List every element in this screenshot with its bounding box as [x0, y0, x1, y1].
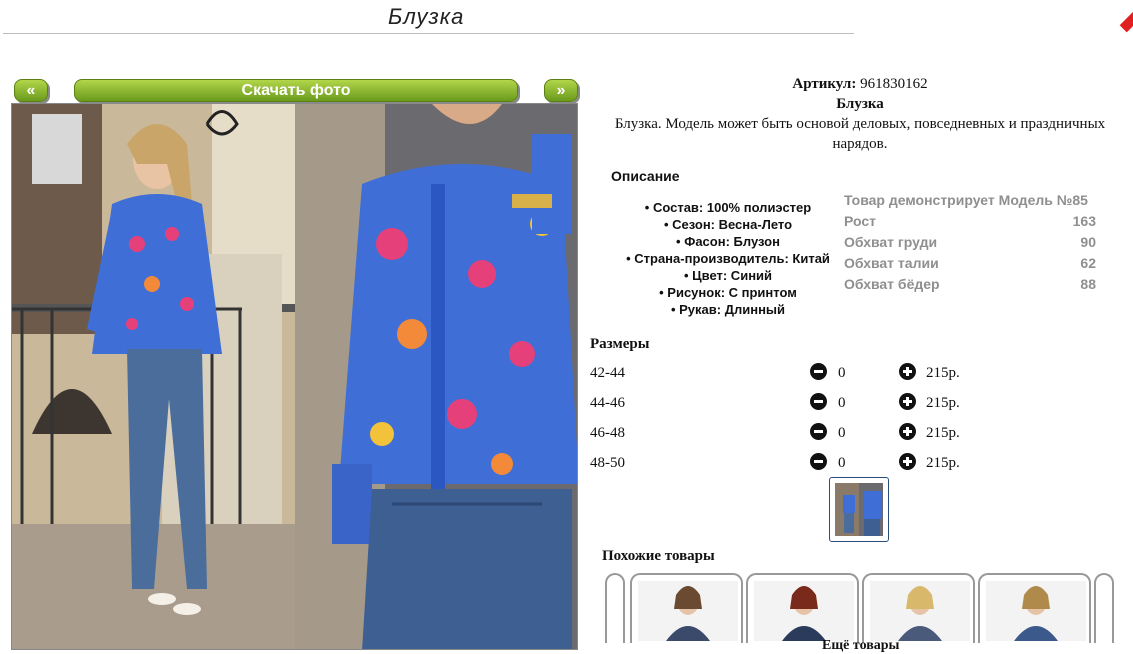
model-label: Товар демонстрирует Модель №85 — [844, 192, 1088, 208]
model-value: 62 — [1080, 255, 1096, 271]
qty-value: 0 — [838, 455, 846, 471]
model-row: Товар демонстрирует Модель №85 — [844, 192, 1096, 213]
details-item: Цвет: Синий — [600, 267, 856, 284]
size-row: 42-44 0 215р. — [590, 361, 990, 385]
model-label: Рост — [844, 213, 876, 229]
more-products-heading: Ещё товары — [822, 638, 900, 653]
product-description: Блузка. Модель может быть основой деловы… — [614, 116, 1106, 152]
product-name: Блузка — [836, 96, 884, 112]
qty-value: 0 — [838, 395, 846, 411]
qty-value: 0 — [838, 365, 846, 381]
model-label: Обхват бёдер — [844, 276, 940, 292]
price: 215р. — [926, 455, 960, 471]
size-row: 44-46 0 215р. — [590, 391, 990, 415]
model-value: 90 — [1080, 234, 1096, 250]
details-item: Страна-производитель: Китай — [600, 250, 856, 267]
details-list: Состав: 100% полиэстер Сезон: Весна-Лето… — [600, 199, 856, 318]
size-label: 42-44 — [590, 365, 625, 381]
model-value: 163 — [1072, 213, 1096, 229]
details-heading: Описание — [611, 168, 680, 184]
model-value: 88 — [1080, 276, 1096, 292]
increase-qty-icon[interactable] — [899, 423, 916, 440]
carousel-next[interactable] — [1094, 573, 1114, 643]
model-row: Рост 163 — [844, 213, 1096, 234]
article-value: 961830162 — [860, 76, 928, 92]
model-row: Обхват бёдер 88 — [844, 276, 1096, 297]
corner-marker-icon[interactable] — [1119, 9, 1133, 33]
details-item: Рисунок: С принтом — [600, 284, 856, 301]
similar-product-card[interactable] — [978, 573, 1091, 643]
size-row: 48-50 0 215р. — [590, 451, 990, 475]
model-row: Обхват груди 90 — [844, 234, 1096, 255]
decrease-qty-icon[interactable] — [810, 393, 827, 410]
page-title: Блузка — [388, 4, 465, 29]
similar-product-card[interactable] — [746, 573, 859, 643]
similar-product-card[interactable] — [862, 573, 975, 643]
next-photo-button[interactable]: » — [544, 79, 578, 102]
product-photo — [11, 103, 578, 650]
download-photo-button[interactable]: Скачать фото — [74, 79, 518, 102]
product-info: Артикул: 961830162 Блузка Блузка. Модель… — [590, 74, 1130, 154]
decrease-qty-icon[interactable] — [810, 453, 827, 470]
similar-product-card[interactable] — [630, 573, 743, 643]
increase-qty-icon[interactable] — [899, 363, 916, 380]
details-item: Сезон: Весна-Лето — [600, 216, 856, 233]
similar-heading: Похожие товары — [602, 548, 715, 564]
price: 215р. — [926, 395, 960, 411]
decrease-qty-icon[interactable] — [810, 363, 827, 380]
details-item: Состав: 100% полиэстер — [600, 199, 856, 216]
model-label: Обхват груди — [844, 234, 938, 250]
prev-photo-button[interactable]: « — [14, 79, 48, 102]
price: 215р. — [926, 425, 960, 441]
qty-value: 0 — [838, 425, 846, 441]
details-item: Рукав: Длинный — [600, 301, 856, 318]
model-measurements: Товар демонстрирует Модель №85 Рост 163 О… — [844, 192, 1096, 297]
title-divider — [3, 33, 854, 34]
size-row: 46-48 0 215р. — [590, 421, 990, 445]
decrease-qty-icon[interactable] — [810, 423, 827, 440]
size-label: 48-50 — [590, 455, 625, 471]
size-label: 46-48 — [590, 425, 625, 441]
photo-thumbnail[interactable] — [829, 477, 889, 542]
size-label: 44-46 — [590, 395, 625, 411]
increase-qty-icon[interactable] — [899, 453, 916, 470]
increase-qty-icon[interactable] — [899, 393, 916, 410]
article-label: Артикул: — [792, 76, 857, 92]
carousel-prev[interactable] — [605, 573, 625, 643]
model-label: Обхват талии — [844, 255, 939, 271]
sizes-heading: Размеры — [590, 336, 650, 352]
price: 215р. — [926, 365, 960, 381]
details-item: Фасон: Блузон — [600, 233, 856, 250]
model-row: Обхват талии 62 — [844, 255, 1096, 276]
